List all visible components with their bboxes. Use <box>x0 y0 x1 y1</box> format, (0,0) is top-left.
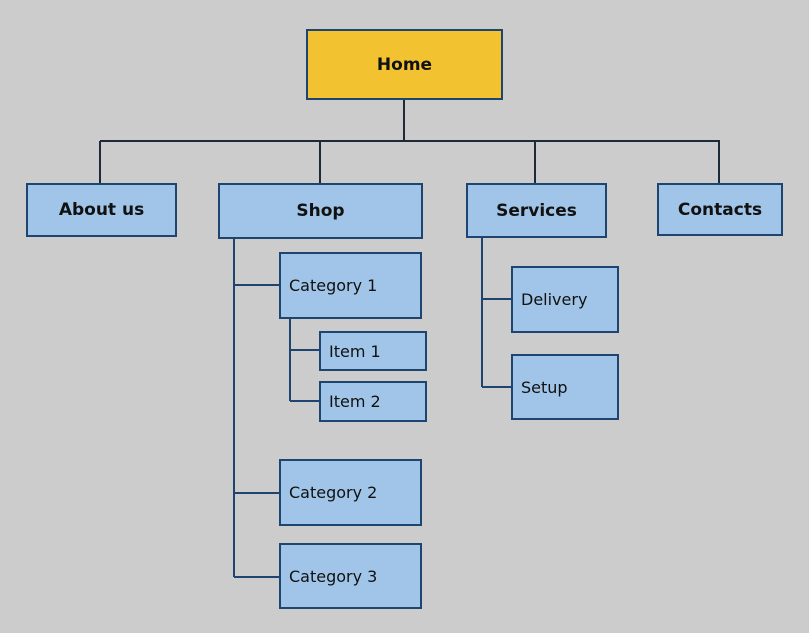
node-delivery[interactable]: Delivery <box>511 266 619 333</box>
node-category-3[interactable]: Category 3 <box>279 543 422 609</box>
root-connector <box>99 99 720 183</box>
category-1-connector <box>289 318 319 402</box>
node-about-us[interactable]: About us <box>26 183 177 237</box>
node-label: Services <box>496 200 577 221</box>
node-services[interactable]: Services <box>466 183 607 238</box>
node-label: Category 2 <box>289 483 378 502</box>
node-setup[interactable]: Setup <box>511 354 619 420</box>
node-label: Category 1 <box>289 276 378 295</box>
node-contacts[interactable]: Contacts <box>657 183 783 236</box>
node-home[interactable]: Home <box>306 29 503 100</box>
node-label: Category 3 <box>289 566 378 586</box>
shop-connector <box>233 238 279 578</box>
node-label: Setup <box>521 377 568 397</box>
node-item-1[interactable]: Item 1 <box>319 331 427 371</box>
node-label: Home <box>376 54 433 75</box>
node-item-2[interactable]: Item 2 <box>319 381 427 422</box>
node-label: Contacts <box>677 199 763 220</box>
services-connector <box>481 237 511 388</box>
node-category-1[interactable]: Category 1 <box>279 252 422 319</box>
node-label: Delivery <box>521 290 588 309</box>
node-label: Item 1 <box>329 341 381 361</box>
node-category-2[interactable]: Category 2 <box>279 459 422 526</box>
node-shop[interactable]: Shop <box>218 183 423 239</box>
node-label: Shop <box>296 201 345 221</box>
node-label: About us <box>58 200 145 220</box>
node-label: Item 2 <box>329 392 381 411</box>
